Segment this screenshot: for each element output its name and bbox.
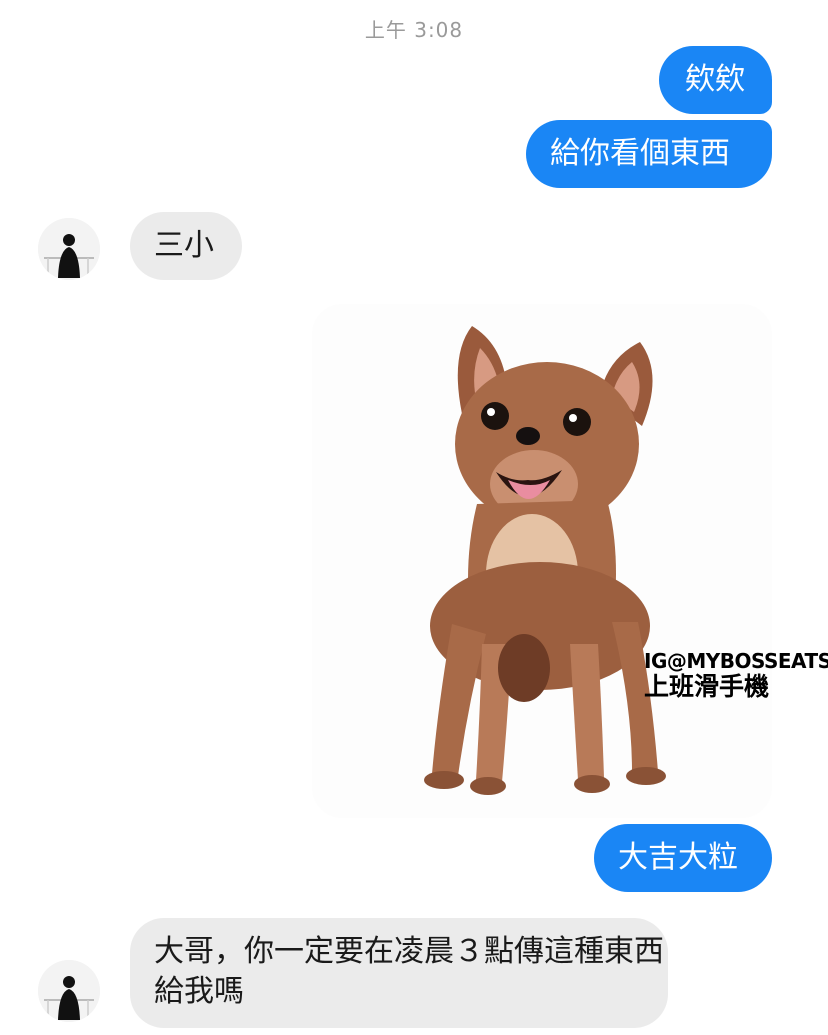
incoming-message[interactable]: 三小 bbox=[130, 212, 242, 280]
watermark: IG@MYBOSSEATSHI 上班滑手機 bbox=[644, 648, 828, 700]
avatar[interactable] bbox=[38, 218, 100, 280]
watermark-handle: IG@MYBOSSEATSHI bbox=[644, 649, 828, 673]
watermark-caption: 上班滑手機 bbox=[644, 672, 770, 700]
outgoing-message[interactable]: 給你看個東西 bbox=[526, 120, 772, 188]
person-silhouette-icon bbox=[38, 960, 100, 1022]
person-silhouette-icon bbox=[38, 218, 100, 280]
sent-image[interactable] bbox=[312, 304, 772, 818]
avatar[interactable] bbox=[38, 960, 100, 1022]
chihuahua-photo-icon bbox=[312, 304, 772, 818]
incoming-message[interactable]: 大哥，你一定要在凌晨３點傳這種東西給我嗎 bbox=[130, 918, 668, 1028]
outgoing-message[interactable]: 大吉大粒 bbox=[594, 824, 772, 892]
outgoing-message[interactable]: 欸欸 bbox=[659, 46, 772, 114]
message-timestamp: 上午 3:08 bbox=[364, 18, 464, 42]
